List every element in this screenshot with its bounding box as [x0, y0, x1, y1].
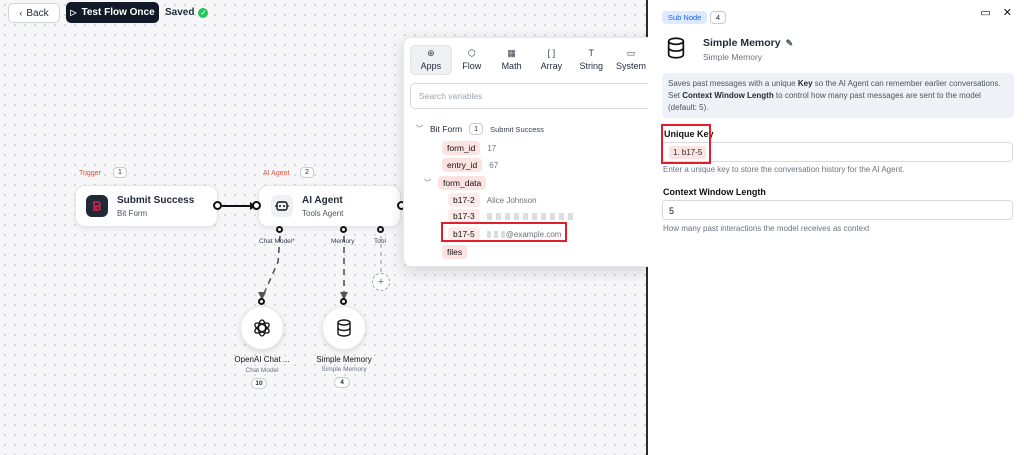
openai-subtitle: Chat Model [245, 367, 279, 374]
variable-key-pill[interactable]: b17-3 [448, 209, 480, 223]
openai-input-port[interactable] [258, 298, 265, 305]
globe-icon: ⊕ [427, 48, 435, 58]
tool-label: Tool [374, 238, 386, 245]
chat-model-label: Chat Model* [259, 238, 295, 245]
variable-b17-3[interactable]: b17-3 [448, 209, 577, 223]
memory-input-port[interactable] [340, 298, 347, 305]
tree-root-bit-form[interactable]: ﹀ Bit Form 1 Submit Success [416, 123, 544, 135]
variable-form-id[interactable]: form_id 17 [442, 141, 496, 155]
tab-apps[interactable]: ⊕ Apps [410, 45, 452, 75]
openai-count-badge: 10 [251, 378, 267, 389]
trigger-step-number: 1 [113, 167, 127, 178]
ai-agent-node[interactable]: AI Agent Tools Agent [258, 185, 401, 227]
robot-icon [271, 195, 293, 217]
memory-port[interactable] [340, 226, 347, 233]
variable-tabs: ⊕ Apps ⬡ Flow ▦ Math [ ] Array T String … [410, 45, 651, 75]
tool-port[interactable] [377, 226, 384, 233]
trigger-subtitle: Bit Form [117, 208, 148, 218]
simple-memory-node[interactable] [322, 306, 366, 350]
tab-label: Array [540, 61, 563, 71]
trigger-title: Submit Success [117, 194, 195, 206]
tab-string[interactable]: T String [571, 45, 611, 75]
tab-system[interactable]: ▭ System [611, 45, 651, 75]
edit-pencil-icon[interactable]: ✎ [786, 38, 794, 49]
context-window-label: Context Window Length [663, 187, 766, 197]
context-window-input[interactable]: 5 [662, 200, 1013, 220]
monitor-icon: ▭ [626, 48, 636, 58]
unique-key-input[interactable]: 1. b17-5 [662, 142, 1013, 162]
panel-title: Simple Memory ✎ [703, 37, 793, 49]
chevron-down-icon: ﹀ [416, 126, 423, 133]
text-icon: T [588, 48, 594, 58]
variable-entry-id[interactable]: entry_id 67 [442, 158, 498, 172]
tab-label: Flow [462, 61, 482, 71]
database-icon [337, 319, 351, 337]
variable-value: 17 [487, 143, 497, 153]
memory-subtitle: Simple Memory [321, 366, 367, 373]
variable-picker: ⊕ Apps ⬡ Flow ▦ Math [ ] Array T String … [403, 37, 656, 267]
root-label: Bit Form [430, 124, 463, 134]
tab-flow[interactable]: ⬡ Flow [452, 45, 492, 75]
root-count-badge: 1 [469, 123, 484, 135]
openai-title: OpenAI Chat ... [234, 355, 290, 364]
agent-subtitle: Tools Agent [302, 208, 344, 218]
info-bold-window: Context Window Length [682, 91, 774, 100]
panel-title-text: Simple Memory [703, 37, 781, 49]
variable-files[interactable]: files [442, 245, 468, 259]
variable-key-pill[interactable]: entry_id [442, 158, 483, 172]
database-icon [666, 37, 686, 64]
agent-title: AI Agent [302, 194, 343, 206]
add-tool-button[interactable]: + [372, 273, 390, 291]
redacted-value [486, 212, 577, 220]
variable-value: 67 [489, 160, 499, 170]
panel-subtitle: Simple Memory [703, 52, 763, 62]
chevron-down-icon: ﹀ [424, 180, 431, 187]
calculator-icon: ▦ [507, 48, 516, 58]
chat-model-edge [261, 235, 281, 299]
bit-form-icon [86, 195, 108, 217]
tab-label: System [616, 61, 647, 71]
openai-chat-node[interactable] [240, 306, 284, 350]
cube-icon: ⬡ [467, 48, 476, 58]
memory-label: Memory [331, 238, 355, 245]
root-event: Submit Success [490, 124, 544, 134]
variable-value: Alice Johnson [486, 195, 537, 205]
memory-title: Simple Memory [316, 355, 372, 364]
tab-label: String [579, 61, 603, 71]
close-icon[interactable]: ✕ [1003, 6, 1012, 19]
sub-node-badge: Sub Node [662, 11, 708, 24]
memory-count-badge: 4 [334, 377, 350, 388]
tab-label: Apps [420, 61, 442, 71]
variable-key-pill[interactable]: b17-2 [448, 193, 480, 207]
context-window-hint: How many past interactions the model rec… [663, 224, 870, 233]
tab-array[interactable]: [ ] Array [531, 45, 571, 75]
tab-math[interactable]: ▦ Math [492, 45, 532, 75]
window-icon[interactable]: ▭ [980, 6, 990, 19]
variable-form-data[interactable]: ﹀ form_data [424, 176, 487, 190]
unique-key-hint: Enter a unique key to store the conversa… [663, 165, 905, 174]
info-text: Saves past messages with a unique [668, 79, 798, 88]
openai-icon [254, 319, 270, 337]
node-count-badge: 4 [710, 11, 726, 24]
variable-b17-2[interactable]: b17-2 Alice Johnson [448, 193, 537, 207]
info-bold-key: Key [797, 79, 813, 88]
agent-step-number: 2 [300, 167, 314, 178]
trigger-node[interactable]: Submit Success Bit Form [75, 185, 218, 227]
agent-tag: AI Agent [263, 170, 290, 177]
highlight-b17-5 [441, 222, 567, 242]
search-variables-input[interactable] [410, 83, 651, 109]
context-window-value: 5 [669, 206, 675, 216]
tab-label: Math [501, 61, 522, 71]
variable-key-pill[interactable]: files [442, 245, 468, 259]
trigger-output-port[interactable] [213, 201, 222, 210]
chat-model-port[interactable] [276, 226, 283, 233]
highlight-unique-key [661, 124, 711, 164]
info-box: Saves past messages with a unique Key so… [662, 73, 1014, 118]
agent-input-port[interactable] [252, 201, 261, 210]
node-settings-panel: Sub Node 4 ▭ ✕ Simple Memory ✎ Simple Me… [648, 0, 1024, 455]
variable-key-pill[interactable]: form_id [442, 141, 481, 155]
variable-key-pill[interactable]: form_data [438, 176, 487, 190]
trigger-tag: Trigger [79, 170, 101, 177]
brackets-icon: [ ] [547, 48, 556, 58]
